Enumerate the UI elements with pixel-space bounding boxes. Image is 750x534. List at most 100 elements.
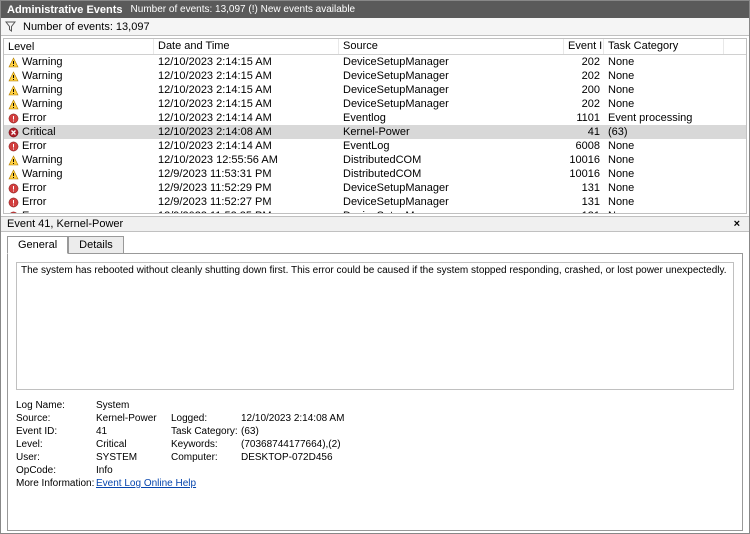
col-header-eventid[interactable]: Event ID (564, 39, 604, 54)
cell-date: 12/9/2023 11:53:31 PM (154, 168, 339, 180)
col-header-date[interactable]: Date and Time (154, 39, 339, 54)
cell-level: Error (4, 196, 154, 208)
close-icon[interactable]: × (731, 218, 743, 230)
tab-details[interactable]: Details (68, 236, 124, 254)
warning-icon (8, 155, 19, 166)
grid-body[interactable]: Warning12/10/2023 2:14:15 AMDeviceSetupM… (4, 55, 746, 213)
cell-level: Warning (4, 154, 154, 166)
cell-eventid: 131 (564, 210, 604, 213)
cell-eventid: 10016 (564, 168, 604, 180)
table-row[interactable]: Warning12/10/2023 2:14:15 AMDeviceSetupM… (4, 69, 746, 83)
prop-label-level: Level: (16, 439, 96, 450)
cell-level: Warning (4, 56, 154, 68)
prop-label-keywords: Keywords: (171, 439, 241, 450)
warning-icon (8, 57, 19, 68)
cell-eventid: 202 (564, 70, 604, 82)
prop-value-user: SYSTEM (96, 452, 171, 463)
table-row[interactable]: Error12/10/2023 2:14:14 AMEventlog1101Ev… (4, 111, 746, 125)
prop-value-level: Critical (96, 439, 171, 450)
cell-task: None (604, 84, 724, 96)
cell-eventid: 6008 (564, 140, 604, 152)
event-log-online-help-link[interactable]: Event Log Online Help (96, 478, 196, 489)
cell-eventid: 131 (564, 182, 604, 194)
cell-eventid: 41 (564, 126, 604, 138)
cell-level: Warning (4, 168, 154, 180)
cell-source: DeviceSetupManager (339, 196, 564, 208)
cell-level: Warning (4, 98, 154, 110)
event-description[interactable]: The system has rebooted without cleanly … (16, 262, 734, 390)
error-icon (8, 183, 19, 194)
prop-value-eventid: 41 (96, 426, 171, 437)
col-header-task[interactable]: Task Category (604, 39, 724, 54)
cell-source: EventLog (339, 140, 564, 152)
cell-level: Critical (4, 126, 154, 138)
table-row[interactable]: Warning12/10/2023 2:14:15 AMDeviceSetupM… (4, 83, 746, 97)
event-count-text: Number of events: 13,097 (23, 21, 150, 33)
cell-task: Event processing (604, 112, 724, 124)
critical-icon (8, 127, 19, 138)
cell-source: DeviceSetupManager (339, 56, 564, 68)
error-icon (8, 113, 19, 124)
warning-icon (8, 85, 19, 96)
col-header-level[interactable]: Level (4, 39, 154, 54)
table-row[interactable]: Warning12/10/2023 12:55:56 AMDistributed… (4, 153, 746, 167)
prop-label-taskcat: Task Category: (171, 426, 241, 437)
cell-task: None (604, 182, 724, 194)
table-row[interactable]: Error12/9/2023 11:52:27 PMDeviceSetupMan… (4, 195, 746, 209)
error-icon (8, 211, 19, 214)
prop-value-logged: 12/10/2023 2:14:08 AM (241, 413, 421, 424)
cell-source: DistributedCOM (339, 168, 564, 180)
cell-date: 12/10/2023 12:55:56 AM (154, 154, 339, 166)
cell-task: None (604, 70, 724, 82)
detail-title: Event 41, Kernel-Power (7, 218, 123, 230)
prop-label-eventid: Event ID: (16, 426, 96, 437)
warning-icon (8, 99, 19, 110)
cell-date: 12/9/2023 11:52:29 PM (154, 182, 339, 194)
cell-eventid: 1101 (564, 112, 604, 124)
cell-level: Error (4, 210, 154, 213)
table-row[interactable]: Critical12/10/2023 2:14:08 AMKernel-Powe… (4, 125, 746, 139)
grid-header[interactable]: Level Date and Time Source Event ID Task… (4, 39, 746, 55)
prop-label-moreinfo: More Information: (16, 478, 96, 489)
cell-date: 12/9/2023 11:52:27 PM (154, 196, 339, 208)
table-row[interactable]: Error12/10/2023 2:14:14 AMEventLog6008No… (4, 139, 746, 153)
cell-date: 12/10/2023 2:14:15 AM (154, 98, 339, 110)
cell-level: Error (4, 140, 154, 152)
cell-date: 12/10/2023 2:14:15 AM (154, 70, 339, 82)
cell-task: None (604, 196, 724, 208)
cell-level: Warning (4, 70, 154, 82)
filter-icon[interactable] (5, 21, 17, 33)
prop-label-opcode: OpCode: (16, 465, 96, 476)
cell-eventid: 131 (564, 196, 604, 208)
event-properties: Log Name: System Source: Kernel-Power Lo… (16, 400, 734, 489)
tab-panel-general: The system has rebooted without cleanly … (7, 253, 743, 531)
window-title: Administrative Events (7, 4, 123, 16)
table-row[interactable]: Error12/9/2023 11:52:29 PMDeviceSetupMan… (4, 181, 746, 195)
table-row[interactable]: Error12/9/2023 11:52:25 PMDeviceSetupMan… (4, 209, 746, 213)
cell-date: 12/10/2023 2:14:08 AM (154, 126, 339, 138)
detail-tabs: General Details (7, 236, 743, 254)
window-titlebar: Administrative Events Number of events: … (1, 1, 749, 18)
detail-header: Event 41, Kernel-Power × (1, 216, 749, 232)
cell-eventid: 200 (564, 84, 604, 96)
prop-label-logname: Log Name: (16, 400, 96, 411)
cell-date: 12/10/2023 2:14:15 AM (154, 56, 339, 68)
cell-task: None (604, 210, 724, 213)
table-row[interactable]: Warning12/10/2023 2:14:15 AMDeviceSetupM… (4, 97, 746, 111)
prop-value-taskcat: (63) (241, 426, 421, 437)
prop-value-source: Kernel-Power (96, 413, 171, 424)
tab-general[interactable]: General (7, 236, 68, 254)
cell-task: None (604, 98, 724, 110)
cell-eventid: 202 (564, 98, 604, 110)
window-subtitle: Number of events: 13,097 (!) New events … (131, 4, 356, 15)
warning-icon (8, 71, 19, 82)
cell-task: None (604, 56, 724, 68)
table-row[interactable]: Warning12/9/2023 11:53:31 PMDistributedC… (4, 167, 746, 181)
cell-eventid: 202 (564, 56, 604, 68)
cell-source: Kernel-Power (339, 126, 564, 138)
prop-label-logged: Logged: (171, 413, 241, 424)
col-header-source[interactable]: Source (339, 39, 564, 54)
table-row[interactable]: Warning12/10/2023 2:14:15 AMDeviceSetupM… (4, 55, 746, 69)
prop-value-computer: DESKTOP-072D456 (241, 452, 421, 463)
cell-source: Eventlog (339, 112, 564, 124)
